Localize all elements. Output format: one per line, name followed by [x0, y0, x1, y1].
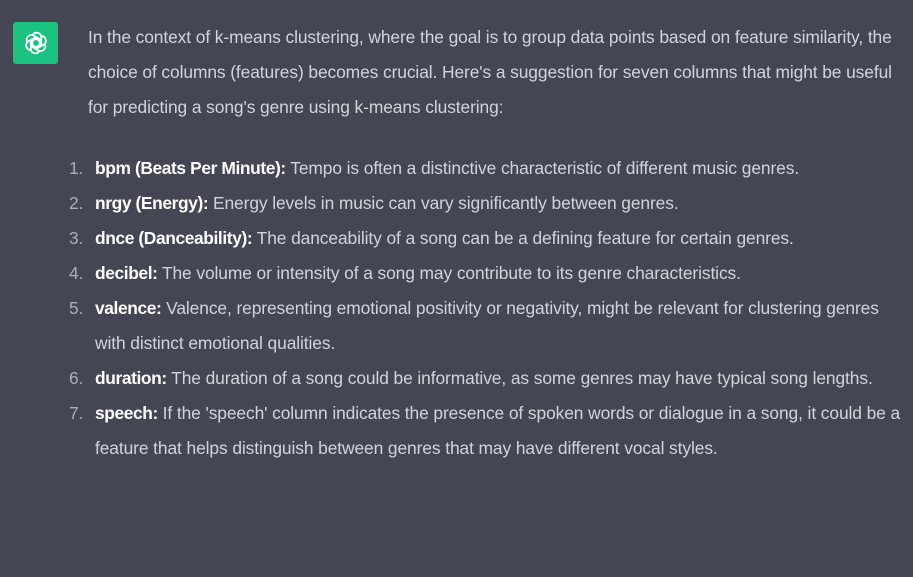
list-number: 4.: [69, 263, 84, 283]
list-number: 1.: [69, 158, 84, 178]
feature-description: Energy levels in music can vary signific…: [208, 193, 679, 213]
list-number: 2.: [69, 193, 84, 213]
list-item: 5. valence: Valence, representing emotion…: [69, 291, 906, 361]
list-item: 2. nrgy (Energy): Energy levels in music …: [69, 186, 906, 221]
feature-term: speech:: [95, 403, 158, 423]
feature-description: Tempo is often a distinctive characteris…: [285, 158, 800, 178]
feature-term: duration:: [95, 368, 167, 388]
feature-description: The volume or intensity of a song may co…: [157, 263, 741, 283]
feature-list: 1. bpm (Beats Per Minute): Tempo is often…: [69, 151, 906, 466]
list-number: 7.: [69, 403, 84, 423]
list-item: 7. speech: If the 'speech' column indicat…: [69, 396, 906, 466]
intro-paragraph: In the context of k-means clustering, wh…: [88, 27, 892, 117]
list-item: 1. bpm (Beats Per Minute): Tempo is often…: [69, 151, 906, 186]
feature-description: The danceability of a song can be a defi…: [252, 228, 794, 248]
list-number: 6.: [69, 368, 84, 388]
feature-term: valence:: [95, 298, 162, 318]
feature-description: Valence, representing emotional positivi…: [95, 298, 879, 353]
assistant-avatar: [13, 22, 58, 64]
feature-description: The duration of a song could be informat…: [166, 368, 873, 388]
list-number: 5.: [69, 298, 84, 318]
feature-term: nrgy (Energy):: [95, 193, 209, 213]
openai-logo-icon: [24, 31, 47, 55]
list-number: 3.: [69, 228, 84, 248]
list-item: 3. dnce (Danceability): The danceability …: [69, 221, 906, 256]
assistant-message: In the context of k-means clustering, wh…: [0, 0, 913, 577]
list-item: 4. decibel: The volume or intensity of a …: [69, 256, 906, 291]
feature-term: decibel:: [95, 263, 158, 283]
feature-description: If the 'speech' column indicates the pre…: [95, 403, 901, 458]
feature-term: dnce (Danceability):: [95, 228, 253, 248]
message-content: In the context of k-means clustering, wh…: [69, 20, 906, 466]
feature-term: bpm (Beats Per Minute):: [95, 158, 286, 178]
list-item: 6. duration: The duration of a song could…: [69, 361, 906, 396]
